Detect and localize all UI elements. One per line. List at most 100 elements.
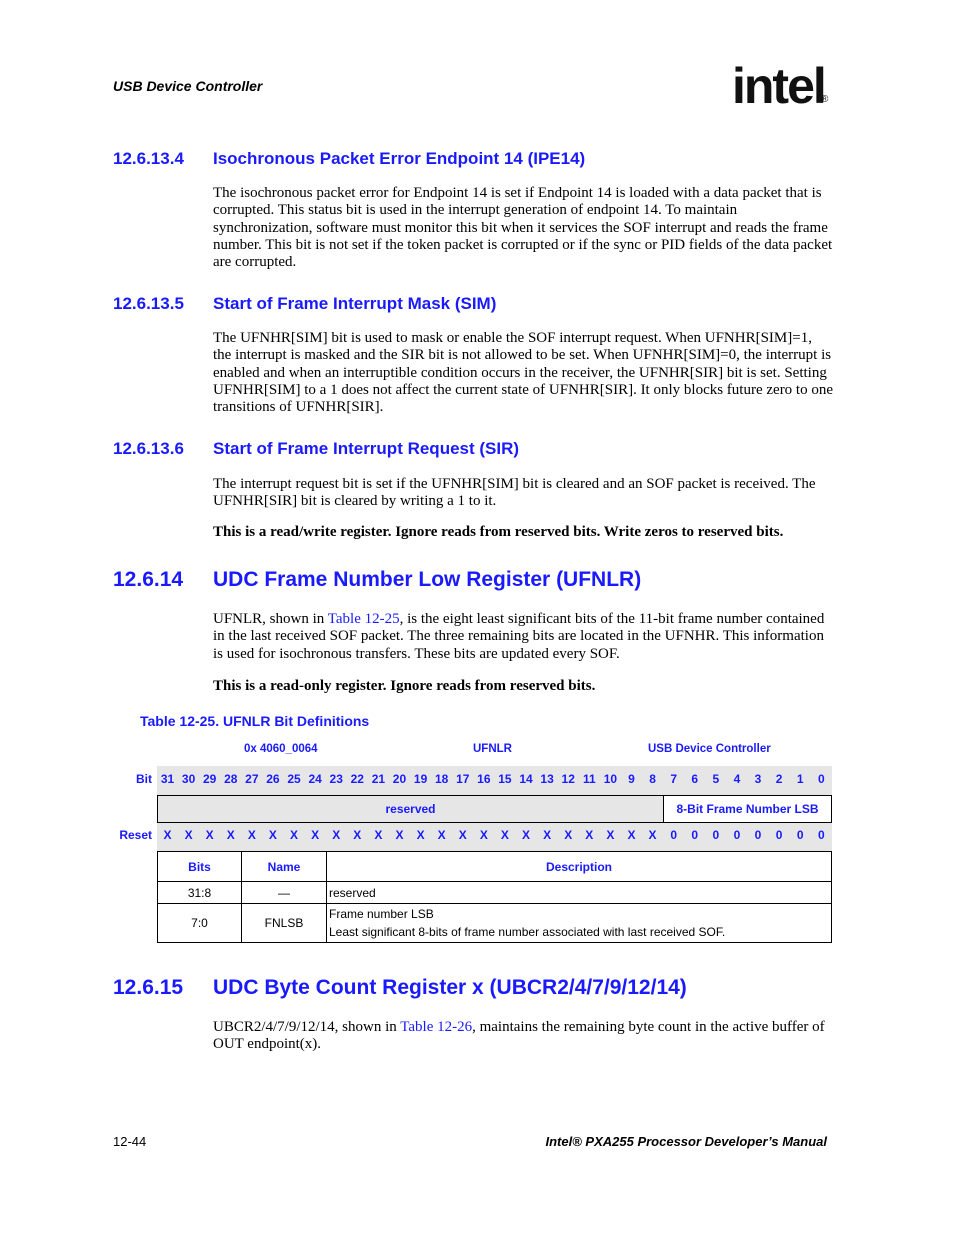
reset-value: X [353, 828, 362, 842]
reset-value: X [627, 828, 636, 842]
register-address: 0x 4060_0064 [244, 743, 318, 755]
bit-number: 9 [628, 772, 635, 786]
bit-number: 17 [456, 772, 470, 786]
bit-number: 27 [245, 772, 259, 786]
section-number: 12.6.14 [113, 568, 184, 591]
running-header-title: USB Device Controller [113, 78, 263, 94]
section-heading-ubcr: 12.6.15 UDC Byte Count Register x (UBCR2/… [113, 976, 687, 1000]
reset-value: 0 [796, 828, 804, 842]
bit-number: 10 [603, 772, 618, 786]
reset-value: X [543, 828, 552, 842]
cell-bits: 7:0 [157, 903, 242, 943]
reset-value: 0 [670, 828, 677, 842]
bit-number: 29 [202, 772, 217, 786]
intel-logo-text: intel [732, 58, 827, 114]
reset-value: X [311, 828, 320, 842]
section-body-ipe14: The isochronous packet error for Endpoin… [213, 185, 833, 271]
reset-value: X [416, 828, 425, 842]
reset-value: X [205, 828, 214, 842]
reset-value: X [290, 828, 299, 842]
reset-value: X [184, 828, 193, 842]
section-title: Start of Frame Interrupt Request (SIR) [213, 439, 520, 458]
register-access-note: This is a read-only register. Ignore rea… [213, 678, 596, 694]
section-title: UDC Byte Count Register x (UBCR2/4/7/9/1… [213, 976, 687, 999]
reset-value: X [585, 828, 594, 842]
reset-value: X [437, 828, 446, 842]
body-text: UFNLR, shown in [213, 611, 328, 627]
cell-description: Frame number LSB Least significant 8-bit… [326, 903, 832, 943]
reset-value: 0 [691, 828, 699, 842]
section-title: UDC Frame Number Low Register (UFNLR) [213, 568, 642, 591]
bit-number: 21 [371, 772, 386, 786]
bit-number: 28 [224, 772, 238, 786]
column-header-name: Name [241, 851, 327, 882]
table-12-25-link[interactable]: Table 12-25 [328, 611, 400, 627]
bit-number: 30 [181, 772, 196, 786]
bit-definitions-table: Bits Name Description 31:8 — reserved 7:… [157, 851, 832, 943]
section-title: Start of Frame Interrupt Mask (SIM) [213, 294, 497, 313]
bit-number: 1 [796, 772, 804, 786]
manual-title: Intel® PXA255 Processor Developer’s Manu… [545, 1134, 828, 1149]
bit-number: 12 [561, 772, 575, 786]
reset-value: X [564, 828, 573, 842]
section-number: 12.6.13.4 [113, 149, 184, 168]
reset-row-label: Reset [119, 828, 152, 842]
bit-number: 23 [329, 772, 343, 786]
bit-number: 4 [733, 772, 741, 786]
table-row: 7:0 FNLSB Frame number LSB Least signifi… [157, 903, 832, 943]
bit-number: 6 [691, 772, 699, 786]
reset-value: X [458, 828, 467, 842]
reset-value: 0 [817, 828, 825, 842]
bit-number: 5 [712, 772, 720, 786]
reset-value: X [374, 828, 383, 842]
bit-number: 14 [519, 772, 533, 786]
bit-number: 15 [498, 772, 512, 786]
reset-value: X [500, 828, 509, 842]
bit-number: 25 [287, 772, 301, 786]
bit-number: 24 [308, 772, 322, 786]
bit-number: 31 [160, 772, 175, 786]
section-body-sir: The interrupt request bit is set if the … [213, 476, 816, 510]
reset-value: 0 [712, 828, 720, 842]
reset-value: 0 [775, 828, 783, 842]
table-12-26-link[interactable]: Table 12-26 [400, 1019, 472, 1035]
cell-bits: 31:8 [157, 881, 242, 904]
reset-value: X [332, 828, 341, 842]
register-name: UFNLR [473, 743, 512, 755]
bit-number: 8 [649, 772, 656, 786]
section-heading-ufnlr: 12.6.14 UDC Frame Number Low Register (UF… [113, 568, 641, 592]
reset-value: X [226, 828, 235, 842]
bit-number: 22 [350, 772, 364, 786]
bit-number: 11 [582, 772, 596, 786]
body-text: UBCR2/4/7/9/12/14, shown in [213, 1019, 401, 1035]
reset-value: X [606, 828, 615, 842]
table-row: 31:8 — reserved [157, 881, 832, 904]
bit-number: 0 [817, 772, 825, 786]
bit-number: 7 [670, 772, 677, 786]
cell-name: — [241, 881, 327, 904]
table-header-row: Bits Name Description [157, 851, 832, 882]
bit-number: 3 [754, 772, 762, 786]
bit-number: 16 [477, 772, 491, 786]
section-heading-sim: 12.6.13.5 Start of Frame Interrupt Mask (… [113, 294, 496, 314]
reset-value: X [522, 828, 531, 842]
description-line: Least significant 8-bits of frame number… [329, 925, 726, 939]
section-body-ubcr: UBCR2/4/7/9/12/14, shown in Table 12-26,… [213, 1019, 833, 1054]
reset-value: X [479, 828, 488, 842]
reset-value: X [247, 828, 256, 842]
section-title: Isochronous Packet Error Endpoint 14 (IP… [213, 149, 586, 168]
reset-value: X [163, 828, 172, 842]
bit-row-label: Bit [136, 772, 152, 786]
section-heading-ipe14: 12.6.13.4 Isochronous Packet Error Endpoi… [113, 149, 585, 169]
section-number: 12.6.13.6 [113, 439, 184, 458]
reset-value: 0 [733, 828, 741, 842]
column-header-bits: Bits [157, 851, 242, 882]
register-access-note: This is a read/write register. Ignore re… [213, 524, 784, 540]
field-reserved: reserved [157, 795, 664, 823]
bit-number: 20 [392, 772, 407, 786]
reset-value: 0 [754, 828, 762, 842]
section-body-sim: The UFNHR[SIM] bit is used to mask or en… [213, 330, 834, 416]
table-caption: Table 12-25. UFNLR Bit Definitions [140, 713, 370, 729]
section-heading-sir: 12.6.13.6 Start of Frame Interrupt Reques… [113, 439, 519, 459]
cell-name: FNLSB [241, 903, 327, 943]
